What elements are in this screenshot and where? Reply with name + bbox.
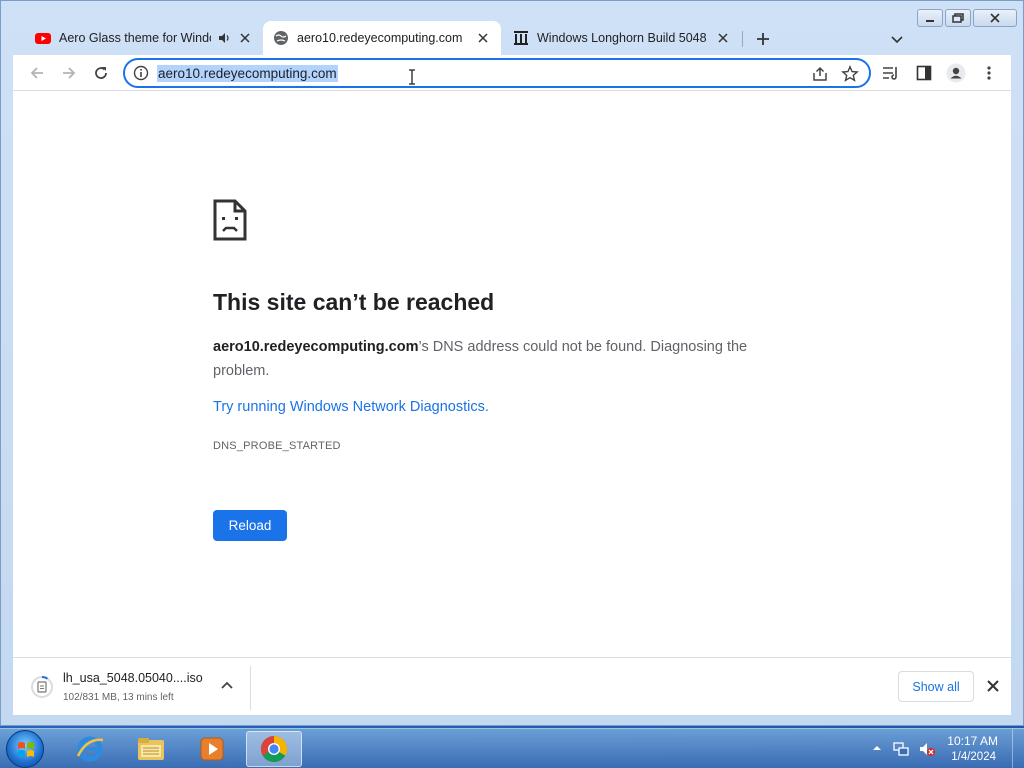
reload-button[interactable]: Reload <box>213 510 287 541</box>
show-hidden-icons-icon[interactable] <box>872 743 882 753</box>
tab-active-page[interactable]: aero10.redeyecomputing.com <box>263 21 501 55</box>
error-title: This site can’t be reached <box>213 289 495 315</box>
sad-page-icon <box>213 199 247 241</box>
reload-icon <box>95 67 107 79</box>
speaker-icon[interactable] <box>217 31 231 45</box>
network-icon[interactable] <box>892 740 910 758</box>
download-status: 102/831 MB, 13 mins left <box>63 692 174 703</box>
arrow-left-icon <box>30 67 43 79</box>
start-button[interactable] <box>6 730 44 768</box>
shelf-divider <box>250 666 251 710</box>
tab-title: aero10.redeyecomputing.com <box>297 31 463 45</box>
close-icon[interactable] <box>985 678 1001 694</box>
tab-youtube[interactable]: Aero Glass theme for Windo <box>25 21 263 55</box>
text-cursor-icon <box>409 69 415 85</box>
taskbar-chrome[interactable] <box>246 731 302 767</box>
windows-logo-icon <box>18 742 34 757</box>
clock-date[interactable]: 1/4/2024 <box>951 751 996 763</box>
download-progress-icon[interactable] <box>31 676 53 698</box>
info-icon[interactable] <box>133 65 149 81</box>
reload-toolbar-button[interactable] <box>91 63 111 83</box>
menu-button[interactable] <box>979 63 999 83</box>
show-all-downloads-button[interactable]: Show all <box>898 671 974 702</box>
address-bar[interactable]: aero10.redeyecomputing.com <box>123 58 871 88</box>
toolbar: aero10.redeyecomputing.com <box>13 55 1011 91</box>
tab-close-button[interactable] <box>237 30 253 46</box>
error-code: DNS_PROBE_STARTED <box>213 440 341 452</box>
tab-strip: Aero Glass theme for Windo aero10.redeye… <box>13 19 1011 55</box>
media-player-icon <box>200 737 224 761</box>
archive-icon <box>514 31 528 45</box>
reading-list-button[interactable] <box>881 63 901 83</box>
new-tab-button[interactable] <box>751 27 775 51</box>
tab-title: Windows Longhorn Build 5048 : <box>537 31 709 45</box>
tab-title: Aero Glass theme for Windo <box>59 31 211 45</box>
more-vert-icon <box>987 66 991 80</box>
taskbar-file-explorer[interactable] <box>123 731 179 767</box>
plus-icon <box>757 33 769 45</box>
chevron-down-icon[interactable] <box>889 31 905 47</box>
close-icon <box>718 33 728 43</box>
taskbar: 10:17 AM 1/4/2024 <box>0 728 1024 768</box>
file-explorer-icon <box>138 738 164 760</box>
url-text[interactable]: aero10.redeyecomputing.com <box>157 65 338 82</box>
youtube-icon <box>35 33 51 44</box>
tab-separator <box>742 31 743 47</box>
side-panel-button[interactable] <box>914 63 934 83</box>
back-button[interactable] <box>27 63 47 83</box>
arrow-right-icon <box>63 67 76 79</box>
network-diagnostics-link[interactable]: Try running Windows Network Diagnostics. <box>213 399 489 415</box>
close-icon <box>240 33 250 43</box>
volume-muted-icon[interactable] <box>918 740 936 758</box>
error-host: aero10.redeyecomputing.com <box>213 339 419 355</box>
taskbar-media-player[interactable] <box>184 731 240 767</box>
share-icon[interactable] <box>811 65 829 83</box>
star-icon[interactable] <box>841 65 859 83</box>
browser-window: Aero Glass theme for Windo aero10.redeye… <box>0 0 1024 726</box>
download-filename[interactable]: lh_usa_5048.05040....iso <box>63 671 203 685</box>
profile-button[interactable] <box>946 63 966 83</box>
tab-close-button[interactable] <box>715 30 731 46</box>
tab-close-button[interactable] <box>475 30 491 46</box>
internet-explorer-icon <box>76 736 104 762</box>
system-tray: 10:17 AM 1/4/2024 <box>864 729 1024 768</box>
chevron-up-icon[interactable] <box>219 678 235 694</box>
globe-icon <box>274 31 288 45</box>
clock-time[interactable]: 10:17 AM <box>947 734 998 748</box>
side-panel-icon <box>916 65 932 81</box>
reading-list-icon <box>883 67 897 80</box>
chrome-icon <box>260 735 288 763</box>
taskbar-internet-explorer[interactable] <box>62 731 118 767</box>
tab-archive[interactable]: Windows Longhorn Build 5048 : <box>503 21 741 55</box>
show-desktop-button[interactable] <box>1012 729 1024 768</box>
profile-icon <box>946 63 966 83</box>
close-icon <box>478 33 488 43</box>
page-content: This site can’t be reached aero10.redeye… <box>13 91 1011 657</box>
error-description: aero10.redeyecomputing.com’s DNS address… <box>213 335 793 383</box>
forward-button[interactable] <box>59 63 79 83</box>
download-shelf: lh_usa_5048.05040....iso 102/831 MB, 13 … <box>13 657 1011 715</box>
